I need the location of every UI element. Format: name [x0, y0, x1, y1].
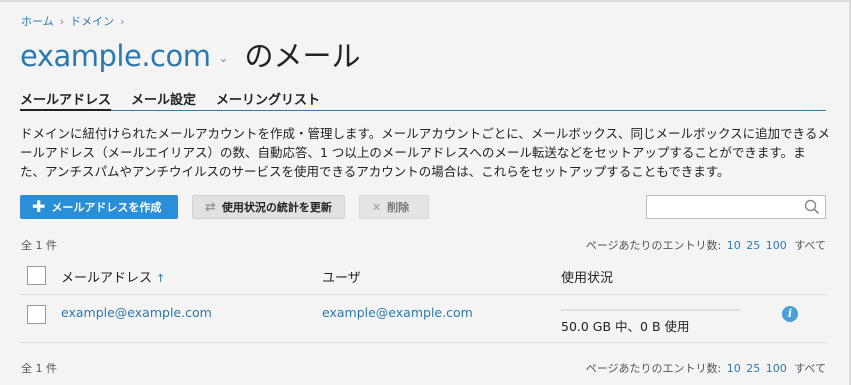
per-page-option[interactable]: 25: [746, 362, 760, 375]
breadcrumb: ホーム › ドメイン ›: [21, 13, 130, 29]
column-user[interactable]: ユーザ: [322, 267, 361, 286]
per-page-all[interactable]: すべて: [794, 239, 826, 252]
tab-bar: メールアドレス メール設定 メーリングリスト: [20, 87, 826, 111]
chevron-down-icon[interactable]: ⌄: [218, 51, 228, 65]
tab-mail-settings[interactable]: メール設定: [131, 87, 196, 111]
row-user-link[interactable]: example@example.com: [322, 305, 473, 320]
delete-label: 削除: [387, 201, 410, 214]
refresh-icon: ⇄: [205, 199, 216, 215]
per-page-label: ページあたりのエントリ数:: [585, 239, 722, 252]
per-page-option[interactable]: 100: [766, 362, 787, 375]
total-count-bottom: 全 1 件: [21, 362, 57, 375]
per-page-option[interactable]: 10: [727, 362, 741, 375]
table-header: メールアドレス ↑ ユーザ 使用状況: [20, 257, 826, 295]
breadcrumb-separator: ›: [120, 14, 125, 28]
delete-button[interactable]: ✕ 削除: [358, 195, 429, 219]
usage-bar: [561, 309, 741, 311]
select-all-checkbox[interactable]: [27, 266, 46, 285]
create-email-label: メールアドレスを作成: [51, 201, 162, 214]
per-page-option[interactable]: 25: [746, 239, 760, 252]
breadcrumb-domains[interactable]: ドメイン: [70, 13, 114, 29]
top-border: [0, 0, 851, 2]
email-table: メールアドレス ↑ ユーザ 使用状況 example@example.com ex…: [20, 257, 826, 343]
plus-icon: ✚: [32, 197, 46, 216]
sort-ascending-icon: ↑: [156, 272, 166, 285]
page-description: ドメインに紐付けられたメールアカウントを作成・管理します。メールアカウントごとに…: [20, 126, 830, 179]
create-email-button[interactable]: ✚ メールアドレスを作成: [20, 195, 178, 219]
breadcrumb-home[interactable]: ホーム: [21, 13, 54, 29]
per-page-selector: ページあたりのエントリ数: 10 25 100 すべて: [586, 237, 826, 253]
per-page-selector-bottom: ページあたりのエントリ数: 10 25 100 すべて: [586, 360, 826, 376]
tab-mailing-lists[interactable]: メーリングリスト: [216, 87, 320, 111]
column-email[interactable]: メールアドレス ↑: [61, 267, 165, 286]
per-page-label: ページあたりのエントリ数:: [585, 362, 722, 375]
row-email-link[interactable]: example@example.com: [61, 305, 212, 320]
search-input[interactable]: [647, 196, 797, 218]
row-usage-text: 50.0 GB 中、0 B 使用: [561, 319, 690, 334]
delete-x-icon: ✕: [371, 200, 382, 214]
per-page-all[interactable]: すべて: [794, 362, 826, 375]
domain-switcher[interactable]: example.com: [20, 39, 211, 73]
page-title: のメール: [244, 39, 361, 73]
table-row: example@example.com example@example.com …: [20, 295, 826, 343]
search-icon[interactable]: [804, 199, 820, 215]
per-page-option[interactable]: 10: [727, 239, 741, 252]
toolbar: ✚ メールアドレスを作成 ⇄ 使用状況の統計を更新 ✕ 削除: [20, 195, 443, 219]
page-header: example.com ⌄ のメール: [20, 33, 361, 75]
row-checkbox[interactable]: [27, 305, 46, 324]
column-usage[interactable]: 使用状況: [561, 267, 613, 286]
search-box: [646, 195, 826, 219]
refresh-usage-button[interactable]: ⇄ 使用状況の統計を更新: [192, 195, 345, 219]
breadcrumb-separator: ›: [59, 14, 65, 28]
refresh-usage-label: 使用状況の統計を更新: [221, 201, 332, 214]
info-icon[interactable]: i: [782, 306, 798, 322]
tab-email-addresses[interactable]: メールアドレス: [20, 87, 112, 111]
per-page-option[interactable]: 100: [766, 239, 787, 252]
column-email-label: メールアドレス: [61, 271, 153, 286]
total-count: 全 1 件: [21, 239, 57, 252]
